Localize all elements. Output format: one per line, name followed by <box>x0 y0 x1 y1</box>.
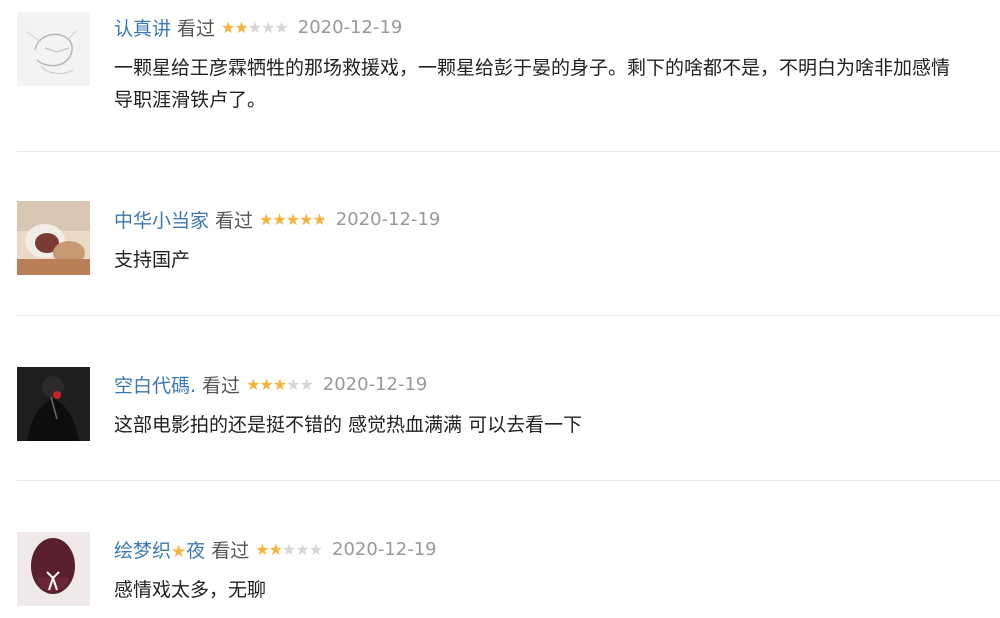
review-comment: 支持国产 <box>114 244 1000 276</box>
rating-stars: ★ ★ ★ ★ ★ <box>221 17 289 37</box>
star-filled-icon: ★ <box>272 374 287 394</box>
star-filled-icon: ★ <box>246 374 260 394</box>
avatar[interactable] <box>17 532 90 606</box>
username-link[interactable]: 中华小当家 <box>114 206 209 233</box>
star-filled-icon: ★ <box>268 539 283 559</box>
avatar-photo-icon <box>17 201 90 275</box>
rating-stars: ★ ★ ★ ★ ★ <box>259 209 327 229</box>
comment-line: 一颗星给王彦霖牺牲的那场救援戏，一颗星给彭于晏的身子。剩下的啥都不是，不明白为啥… <box>114 57 951 79</box>
star-empty-icon: ★ <box>286 374 300 394</box>
star-empty-icon: ★ <box>295 539 309 559</box>
review-item: 中华小当家 看过 ★ ★ ★ ★ ★ 2020-12-19 支持国产 <box>0 152 1000 317</box>
username-text: 绘梦织 <box>114 539 172 562</box>
watch-status: 看过 <box>202 374 241 397</box>
comment-line: 导职涯滑铁卢了。 <box>114 89 267 111</box>
review-comment: 这部电影拍的还是挺不错的 感觉热血满满 可以去看一下 <box>114 409 1000 441</box>
username-link[interactable]: 空白代碼. <box>114 371 196 398</box>
review-list: 认真讲 看过 ★ ★ ★ ★ ★ 2020-12-19 一颗星给王彦霖牺牲的那场救援戏，… <box>0 0 1000 618</box>
username-suffix: 夜 <box>186 539 206 562</box>
avatar[interactable] <box>17 201 90 275</box>
star-filled-icon: ★ <box>259 209 273 229</box>
star-filled-icon: ★ <box>299 209 313 229</box>
username-text: 空白代碼. <box>114 374 197 397</box>
rating-stars: ★ ★ ★ ★ ★ <box>246 374 314 394</box>
comment-line: 支持国产 <box>114 249 191 271</box>
review-date: 2020-12-19 <box>322 373 428 395</box>
star-empty-icon: ★ <box>308 539 323 559</box>
review-item: 认真讲 看过 ★ ★ ★ ★ ★ 2020-12-19 一颗星给王彦霖牺牲的那场救援戏，… <box>0 0 1000 152</box>
username-link[interactable]: 认真讲 <box>114 14 171 41</box>
comment-line: 这部电影拍的还是挺不错的 感觉热血满满 可以去看一下 <box>114 414 583 436</box>
review-item: 绘梦织★夜 看过 ★ ★ ★ ★ ★ 2020-12-19 感情戏太多，无聊 <box>0 482 1000 618</box>
star-filled-icon: ★ <box>255 539 269 559</box>
star-empty-icon: ★ <box>261 17 275 37</box>
review-comment: 一颗星给王彦霖牺牲的那场救援戏，一颗星给彭于晏的身子。剩下的啥都不是，不明白为啥… <box>114 52 1000 116</box>
watch-status: 看过 <box>215 209 254 232</box>
avatar-sketch-icon <box>17 12 90 86</box>
comment-line: 感情戏太多，无聊 <box>114 579 267 601</box>
username-text: 认真讲 <box>114 17 172 40</box>
rating-stars: ★ ★ ★ ★ ★ <box>255 539 323 559</box>
star-empty-icon: ★ <box>247 17 262 37</box>
username-link[interactable]: 绘梦织★夜 <box>114 536 205 563</box>
review-meta: 绘梦织★夜 看过 ★ ★ ★ ★ ★ 2020-12-19 <box>114 536 437 562</box>
review-item: 空白代碼. 看过 ★ ★ ★ ★ ★ 2020-12-19 这部电影拍的还是挺不错的 感… <box>0 317 1000 482</box>
review-date: 2020-12-19 <box>332 538 437 560</box>
star-empty-icon: ★ <box>299 374 313 394</box>
star-filled-icon: ★ <box>285 209 300 229</box>
watch-status: 看过 <box>211 539 250 562</box>
divider <box>17 315 1000 316</box>
star-empty-icon: ★ <box>281 539 296 559</box>
star-empty-icon: ★ <box>274 17 288 37</box>
star-filled-icon: ★ <box>259 374 273 394</box>
watch-status: 看过 <box>177 17 216 40</box>
review-meta: 认真讲 看过 ★ ★ ★ ★ ★ 2020-12-19 <box>114 14 402 40</box>
avatar[interactable] <box>17 12 90 86</box>
review-date: 2020-12-19 <box>297 16 403 38</box>
review-meta: 中华小当家 看过 ★ ★ ★ ★ ★ 2020-12-19 <box>114 206 440 232</box>
star-filled-icon: ★ <box>312 209 326 229</box>
review-date: 2020-12-19 <box>335 208 441 230</box>
divider <box>17 480 1000 481</box>
avatar-photo-icon <box>17 532 90 606</box>
review-meta: 空白代碼. 看过 ★ ★ ★ ★ ★ 2020-12-19 <box>114 371 427 397</box>
username-star-icon: ★ <box>171 541 187 562</box>
star-filled-icon: ★ <box>272 209 286 229</box>
star-filled-icon: ★ <box>221 17 235 37</box>
avatar[interactable] <box>17 367 90 441</box>
username-text: 中华小当家 <box>114 209 210 232</box>
review-comment: 感情戏太多，无聊 <box>114 574 1000 606</box>
avatar-photo-icon <box>17 367 90 441</box>
star-filled-icon: ★ <box>234 17 248 37</box>
